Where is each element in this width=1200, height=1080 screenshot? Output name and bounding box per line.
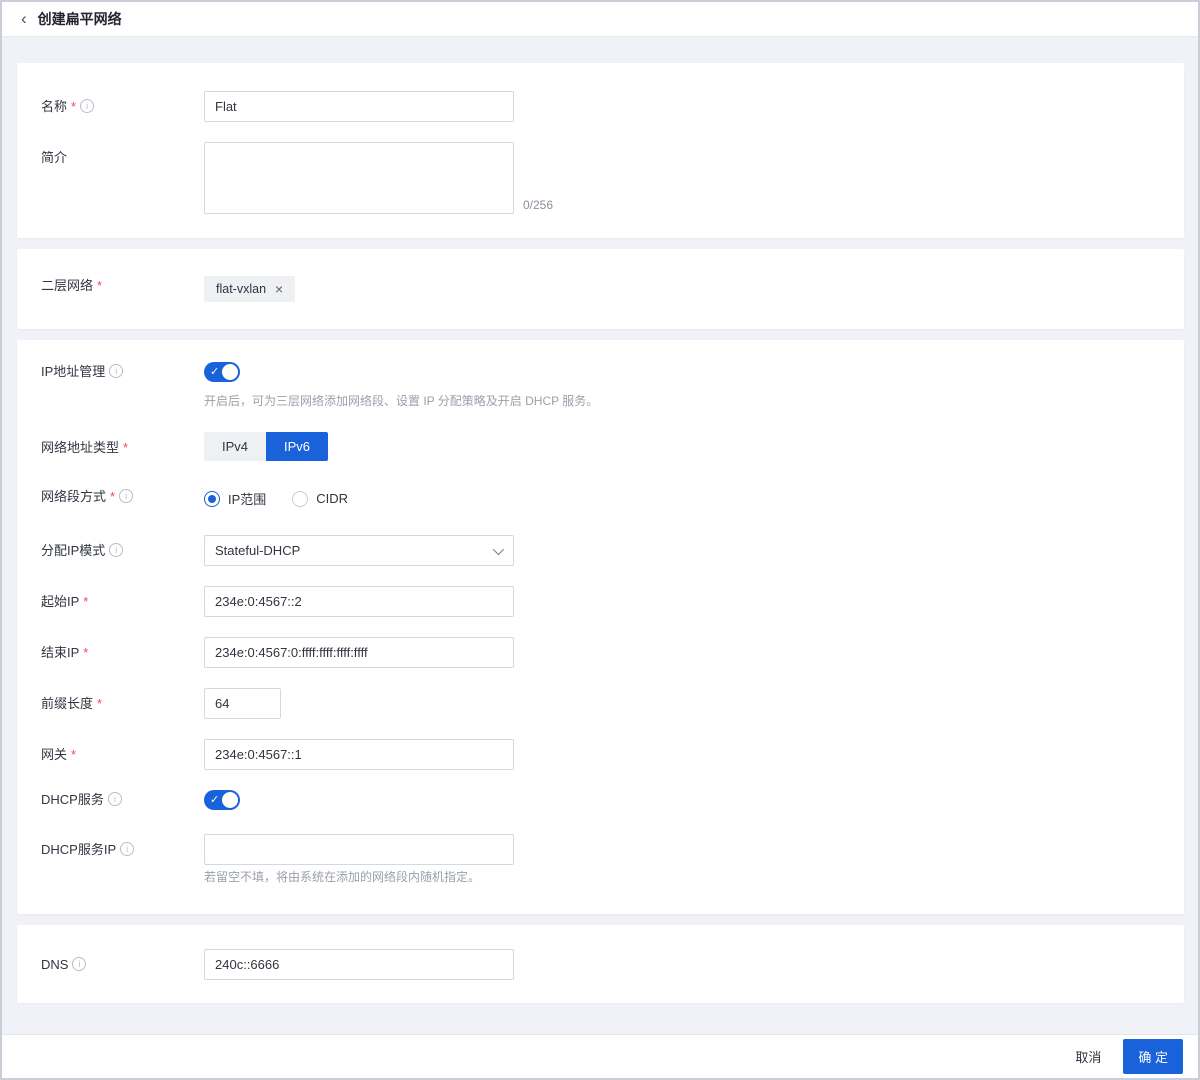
chevron-down-icon [492, 543, 505, 555]
card-l2-network: 二层网络 * flat-vxlan × [17, 249, 1184, 329]
info-icon: i [109, 364, 124, 378]
toggle-check-icon: ✓ [210, 366, 220, 378]
dhcp-toggle[interactable]: ✓ [204, 790, 240, 810]
addr-type-segmented: IPv4 IPv6 [204, 432, 328, 461]
form-content: 名称 * i 简介 0/256 二层网络 * [2, 37, 1198, 1034]
description-label: 简介 [41, 150, 68, 165]
form-row-prefix-length: 前缀长度 * [41, 688, 1160, 719]
dhcp-ip-input[interactable] [204, 834, 514, 865]
toggle-knob [222, 364, 238, 380]
end-ip-input[interactable] [204, 637, 514, 668]
info-icon: i [72, 957, 87, 971]
dns-label: DNS i [41, 949, 204, 980]
info-icon: i [80, 99, 95, 113]
form-row-addr-type: 网络地址类型 * IPv4 IPv6 [41, 432, 1160, 461]
form-row-end-ip: 结束IP * [41, 637, 1160, 668]
end-ip-label: 结束IP * [41, 645, 89, 660]
alloc-mode-value: Stateful-DHCP [215, 543, 301, 558]
required-mark: * [110, 489, 116, 504]
char-counter: 0/256 [523, 198, 554, 212]
dns-input[interactable] [204, 949, 514, 980]
form-row-ip-manage: IP地址管理 i ✓ 开启后，可为三层网络添加网络段、设置 IP 分配策略及开启… [41, 362, 1160, 410]
l2-network-tag-label: flat-vxlan [216, 282, 267, 296]
segment-mode-label: 网络段方式 * i [41, 487, 204, 508]
required-mark: * [97, 696, 103, 711]
info-icon: i [119, 489, 134, 503]
back-icon[interactable]: ‹ [21, 10, 27, 27]
description-textarea[interactable] [204, 142, 514, 214]
info-icon: i [120, 842, 135, 856]
start-ip-label: 起始IP * [41, 594, 89, 609]
radio-unselected-icon [292, 490, 309, 507]
page-header: ‹ 创建扁平网络 [2, 2, 1198, 37]
ip-manage-hint: 开启后，可为三层网络添加网络段、设置 IP 分配策略及开启 DHCP 服务。 [204, 394, 599, 408]
form-row-start-ip: 起始IP * [41, 586, 1160, 617]
l2-network-tag: flat-vxlan × [204, 276, 296, 302]
gateway-input[interactable] [204, 739, 514, 770]
card-dns: DNS i [17, 925, 1184, 1003]
info-icon: i [107, 792, 122, 806]
form-row-dns: DNS i [41, 949, 1160, 980]
form-row-alloc-mode: 分配IP模式 i Stateful-DHCP [41, 535, 1160, 566]
card-basic-info: 名称 * i 简介 0/256 [17, 63, 1184, 238]
toggle-check-icon: ✓ [210, 794, 220, 806]
form-footer: 取消 确 定 [2, 1034, 1198, 1078]
required-mark: * [123, 440, 129, 455]
confirm-button[interactable]: 确 定 [1123, 1039, 1183, 1074]
gateway-label: 网关 * [41, 747, 77, 762]
required-mark: * [97, 278, 103, 293]
ipv6-button[interactable]: IPv6 [266, 432, 328, 461]
form-row-dhcp-ip: DHCP服务IP i 若留空不填，将由系统在添加的网络段内随机指定。 [41, 834, 1160, 886]
required-mark: * [83, 594, 89, 609]
ip-manage-label: IP地址管理 i [41, 362, 204, 410]
prefix-length-input[interactable] [204, 688, 281, 719]
dhcp-label: DHCP服务 i [41, 790, 204, 815]
name-label: 名称 * i [41, 91, 204, 122]
radio-ip-range[interactable]: IP范围 [204, 489, 266, 508]
l2-network-label: 二层网络 * [41, 278, 103, 293]
form-row-name: 名称 * i [41, 91, 1160, 122]
required-mark: * [71, 747, 77, 762]
tag-close-icon[interactable]: × [275, 282, 283, 296]
ipv4-button[interactable]: IPv4 [204, 432, 266, 461]
prefix-length-label: 前缀长度 * [41, 696, 103, 711]
dhcp-ip-label: DHCP服务IP i [41, 834, 204, 886]
radio-cidr[interactable]: CIDR [292, 490, 348, 507]
alloc-mode-select[interactable]: Stateful-DHCP [204, 535, 514, 566]
form-row-gateway: 网关 * [41, 739, 1160, 770]
form-row-description: 简介 0/256 [41, 142, 1160, 214]
cancel-button[interactable]: 取消 [1075, 1047, 1101, 1066]
alloc-mode-label: 分配IP模式 i [41, 535, 204, 566]
radio-selected-icon [204, 490, 220, 507]
ip-manage-toggle[interactable]: ✓ [204, 362, 240, 382]
page-title: 创建扁平网络 [37, 11, 122, 27]
form-row-l2-network: 二层网络 * flat-vxlan × [41, 276, 1160, 302]
toggle-knob [222, 792, 238, 808]
name-input[interactable] [204, 91, 514, 122]
addr-type-label: 网络地址类型 * [41, 440, 129, 455]
required-mark: * [71, 99, 77, 114]
card-ip-management: IP地址管理 i ✓ 开启后，可为三层网络添加网络段、设置 IP 分配策略及开启… [17, 340, 1184, 914]
required-mark: * [83, 645, 89, 660]
dhcp-ip-hint: 若留空不填，将由系统在添加的网络段内随机指定。 [204, 870, 481, 884]
form-row-segment-mode: 网络段方式 * i IP范围 CIDR [41, 487, 1160, 508]
info-icon: i [109, 543, 124, 557]
form-row-dhcp: DHCP服务 i ✓ [41, 790, 1160, 815]
start-ip-input[interactable] [204, 586, 514, 617]
